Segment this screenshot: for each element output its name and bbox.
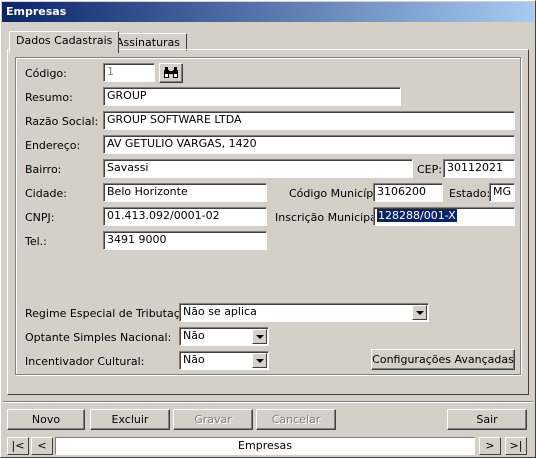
nav-first-button[interactable]: |< <box>7 437 29 455</box>
inscricao-municipal-field[interactable]: 128288/001-X <box>373 207 515 226</box>
chevron-down-icon[interactable] <box>252 353 267 368</box>
nav-prev-button[interactable]: < <box>31 437 53 455</box>
cnpj-label: CNPJ: <box>25 211 55 224</box>
nav-next-button[interactable]: > <box>479 437 501 455</box>
empresas-window: Empresas Dados Cadastrais Assinaturas Có… <box>0 0 536 458</box>
chevron-down-icon[interactable] <box>412 305 427 320</box>
simples-value: Não <box>183 329 205 342</box>
gravar-button[interactable]: Gravar <box>173 409 253 430</box>
razao-social-field[interactable]: GROUP SOFTWARE LTDA <box>103 111 515 130</box>
search-button[interactable] <box>159 63 183 83</box>
binoculars-icon <box>164 67 178 78</box>
configuracoes-avancadas-button[interactable]: Configurações Avançadas <box>371 349 515 370</box>
tel-field[interactable]: 3491 9000 <box>103 231 267 250</box>
resumo-field[interactable]: GROUP <box>103 87 401 106</box>
cep-label: CEP: <box>417 163 442 176</box>
inscricao-municipal-value: 128288/001-X <box>377 209 457 222</box>
regime-select[interactable]: Não se aplica <box>179 303 429 322</box>
codigo-label: Código: <box>25 67 67 80</box>
nav-label: Empresas <box>55 437 475 455</box>
codigo-municipio-field[interactable]: 3106200 <box>373 183 443 202</box>
incentivador-value: Não <box>183 353 205 366</box>
razao-social-label: Razão Social: <box>25 115 99 128</box>
codigo-field[interactable]: 1 <box>103 63 155 82</box>
endereco-field[interactable]: AV GETULIO VARGAS, 1420 <box>103 135 515 154</box>
excluir-button[interactable]: Excluir <box>90 409 170 430</box>
resumo-label: Resumo: <box>25 91 73 104</box>
tab-dados-cadastrais[interactable]: Dados Cadastrais <box>9 31 120 53</box>
cidade-label: Cidade: <box>25 187 67 200</box>
incentivador-label: Incentivador Cultural: <box>25 355 145 368</box>
cidade-field[interactable]: Belo Horizonte <box>103 183 267 202</box>
cancelar-button[interactable]: Cancelar <box>256 409 336 430</box>
estado-field[interactable]: MG <box>489 183 515 202</box>
bairro-label: Bairro: <box>25 163 62 176</box>
tel-label: Tel.: <box>25 235 47 248</box>
endereco-label: Endereço: <box>25 139 81 152</box>
simples-label: Optante Simples Nacional: <box>25 331 172 344</box>
regime-label: Regime Especial de Tributação: <box>25 307 197 320</box>
cep-field[interactable]: 30112021 <box>443 159 515 178</box>
cnpj-field[interactable]: 01.413.092/0001-02 <box>103 207 267 226</box>
estado-label: Estado: <box>449 187 491 200</box>
window-title: Empresas <box>2 2 534 22</box>
incentivador-select[interactable]: Não <box>179 351 269 370</box>
bairro-field[interactable]: Savassi <box>103 159 413 178</box>
inscricao-municipal-label: Inscrição Municipal: <box>275 211 384 224</box>
regime-value: Não se aplica <box>183 305 257 318</box>
chevron-down-icon[interactable] <box>252 329 267 344</box>
novo-button[interactable]: Novo <box>7 409 85 430</box>
toolbar-separator <box>3 401 533 403</box>
nav-last-button[interactable]: >| <box>505 437 527 455</box>
sair-button[interactable]: Sair <box>447 409 527 430</box>
simples-select[interactable]: Não <box>179 327 269 346</box>
